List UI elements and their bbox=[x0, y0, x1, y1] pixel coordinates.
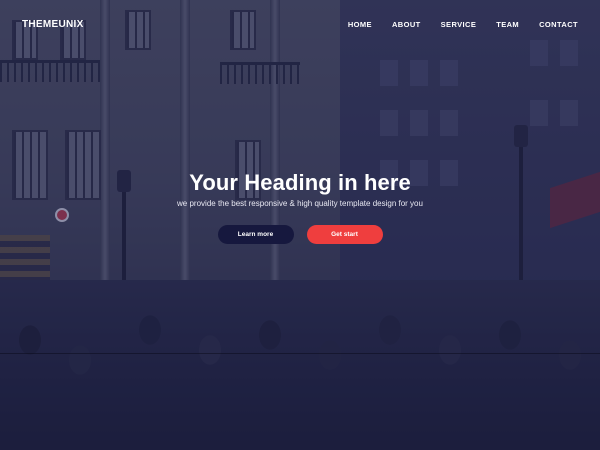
nav-menu: HOME ABOUT SERVICE TEAM CONTACT bbox=[338, 20, 588, 29]
nav-item-about[interactable]: ABOUT bbox=[382, 20, 431, 29]
hero-content: Your Heading in here we provide the best… bbox=[0, 170, 600, 244]
hero-heading: Your Heading in here bbox=[189, 170, 411, 195]
hero-subheading: we provide the best responsive & high qu… bbox=[177, 199, 423, 208]
top-navbar: THEMEUNIX HOME ABOUT SERVICE TEAM CONTAC… bbox=[0, 0, 600, 48]
logo[interactable]: THEMEUNIX bbox=[22, 19, 84, 30]
image-seam bbox=[0, 353, 600, 354]
nav-item-service[interactable]: SERVICE bbox=[431, 20, 487, 29]
hero-section: THEMEUNIX HOME ABOUT SERVICE TEAM CONTAC… bbox=[0, 0, 600, 450]
hero-buttons: Learn more Get start bbox=[0, 225, 600, 244]
learn-more-button[interactable]: Learn more bbox=[217, 225, 294, 244]
get-start-button[interactable]: Get start bbox=[306, 225, 383, 244]
nav-item-team[interactable]: TEAM bbox=[486, 20, 529, 29]
nav-item-home[interactable]: HOME bbox=[338, 20, 382, 29]
nav-item-contact[interactable]: CONTACT bbox=[529, 20, 588, 29]
